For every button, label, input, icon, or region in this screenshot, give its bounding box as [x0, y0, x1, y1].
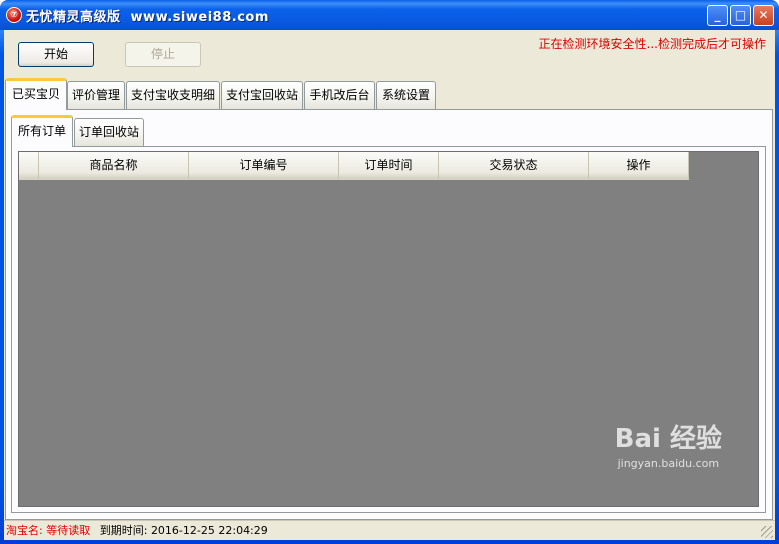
column-header-order-number[interactable]: 订单编号	[189, 152, 339, 180]
stop-button[interactable]: 停止	[125, 42, 201, 67]
watermark-brand: Bai 经验	[614, 424, 722, 454]
column-header-order-time[interactable]: 订单时间	[339, 152, 439, 180]
tab-system-settings[interactable]: 系统设置	[376, 81, 436, 109]
watermark-url: jingyan.baidu.com	[617, 457, 720, 470]
table-header: 商品名称 订单编号 订单时间 交易状态 操作	[19, 152, 689, 180]
tab-order-recycle-bin[interactable]: 订单回收站	[74, 118, 144, 146]
start-button[interactable]: 开始	[18, 42, 94, 67]
tab-purchased-items[interactable]: 已买宝贝	[5, 78, 67, 110]
title-bar[interactable]: ⑦ 无忧精灵高级版 www.siwei88.com _ □ ✕	[0, 0, 779, 30]
app-logo-icon: ⑦	[6, 7, 22, 23]
baidu-jingyan-watermark: Bai 经验 jingyan.baidu.com	[615, 418, 722, 470]
taobao-account-label: 淘宝名:	[6, 524, 43, 537]
column-header-trade-status[interactable]: 交易状态	[439, 152, 589, 180]
tab-alipay-recycle-bin[interactable]: 支付宝回收站	[221, 81, 303, 109]
taobao-account-value: 等待读取	[46, 524, 91, 537]
orders-table[interactable]: 商品名称 订单编号 订单时间 交易状态 操作 Bai 经验 jingyan.ba…	[18, 151, 759, 507]
column-header-product-name[interactable]: 商品名称	[39, 152, 189, 180]
environment-check-notice: 正在检测环境安全性...检测完成后才可操作	[538, 37, 766, 51]
app-window: ⑦ 无忧精灵高级版 www.siwei88.com _ □ ✕ 开始 停止 正在…	[0, 0, 779, 544]
client-area: 开始 停止 正在检测环境安全性...检测完成后才可操作 已买宝贝 评价管理 支付…	[4, 30, 775, 540]
tab-mobile-backend[interactable]: 手机改后台	[304, 81, 375, 109]
resize-grip[interactable]	[761, 526, 773, 538]
tab-review-management[interactable]: 评价管理	[67, 81, 125, 109]
expiry-label: 到期时间:	[99, 524, 148, 537]
maximize-button[interactable]: □	[730, 5, 751, 26]
status-bar: 淘宝名: 等待读取 到期时间: 2016-12-25 22:04:29	[4, 520, 775, 540]
tab-alipay-statement[interactable]: 支付宝收支明细	[126, 81, 220, 109]
window-title: 无忧精灵高级版 www.siwei88.com	[26, 10, 269, 25]
purchased-items-panel: 所有订单 订单回收站 商品名称 订单编号 订单时间 交易状态 操作 Bai 经验	[5, 109, 773, 520]
expiry-value: 2016-12-25 22:04:29	[150, 524, 268, 537]
minimize-button[interactable]: _	[707, 5, 728, 26]
close-button[interactable]: ✕	[753, 5, 774, 26]
tab-all-orders[interactable]: 所有订单	[11, 115, 73, 147]
column-header-action[interactable]: 操作	[589, 152, 689, 180]
all-orders-panel: 商品名称 订单编号 订单时间 交易状态 操作 Bai 经验 jingyan.ba…	[11, 146, 766, 513]
row-selector-header[interactable]	[19, 152, 39, 180]
